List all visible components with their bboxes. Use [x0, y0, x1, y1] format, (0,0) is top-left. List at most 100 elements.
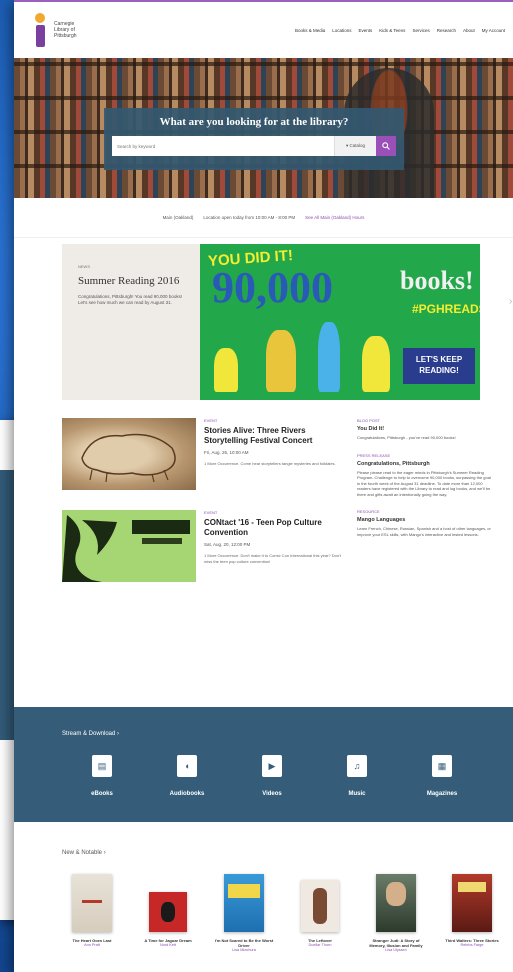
news-body: Learn French, Chinese, Russian, Spanish … — [357, 526, 491, 537]
stream-item-audiobooks[interactable]: ◖ Audiobooks — [147, 755, 227, 797]
book-item[interactable]: The Leftover Duellar Thorn — [290, 874, 350, 952]
stream-item-ebooks[interactable]: ▤ eBooks — [62, 755, 142, 797]
nav-events[interactable]: Events — [358, 28, 372, 33]
banner-hashtag: #PGHREADS — [412, 302, 480, 316]
event-title[interactable]: Stories Alive: Three Rivers Storytelling… — [204, 426, 342, 446]
search-panel: What are you looking for at the library?… — [104, 108, 404, 170]
site-header: Carnegie Library of Pittsburgh Books & Med… — [14, 0, 513, 58]
banner-books: books! — [400, 266, 474, 295]
event-thumbnail-teen-con[interactable] — [62, 510, 196, 582]
event-item[interactable]: EVENT Stories Alive: Three Rivers Storyt… — [62, 418, 342, 490]
book-cover[interactable] — [301, 880, 339, 932]
teen-con-art-icon — [62, 510, 196, 582]
logo-text: Carnegie Library of Pittsburgh — [54, 21, 77, 39]
new-notable-section: New & Notable › The Heart Goes Last Ann … — [62, 850, 502, 952]
book-item[interactable]: Third Walters: Three Stories Reinha Farg… — [442, 874, 502, 952]
carousel-next-arrow[interactable]: › — [509, 296, 512, 307]
book-cover[interactable] — [224, 874, 264, 932]
feature-text-panel: NEWS Summer Reading 2016 Congratulations… — [62, 244, 200, 400]
stream-item-magazines[interactable]: ▦ Magazines — [402, 755, 482, 797]
book-title: I'm Not Scared to Be the Worst Driver — [214, 938, 274, 948]
event-date: Fri, Aug. 26, 10:00 AM — [204, 450, 249, 455]
location-hours-bar: Main (Oakland) Location open today from … — [14, 198, 513, 238]
news-body: Please please read to the eager minds in… — [357, 469, 491, 497]
nav-kids-teens[interactable]: Kids & Teens — [379, 28, 405, 33]
nav-research[interactable]: Research — [437, 28, 456, 33]
library-logo[interactable]: Carnegie Library of Pittsburgh — [34, 11, 94, 49]
event-thumbnail-bison[interactable] — [62, 418, 196, 490]
hero-banner: What are you looking for at the library?… — [14, 58, 513, 198]
book-author: Reinha Farge — [460, 943, 484, 947]
event-item[interactable]: EVENT CONtact '16 - Teen Pop Culture Con… — [62, 510, 342, 582]
book-cover[interactable] — [376, 874, 416, 932]
event-kicker: EVENT — [204, 510, 218, 515]
library-homepage: Carnegie Library of Pittsburgh Books & Med… — [14, 0, 513, 972]
music-icon: ♫ — [347, 755, 367, 777]
search-scope-select[interactable]: ▾ Catalog — [334, 136, 376, 156]
news-title[interactable]: Mango Languages — [357, 517, 493, 523]
book-item[interactable]: Stranger Judi: A Story of Memory, Illusi… — [366, 874, 426, 952]
stream-item-music[interactable]: ♫ Music — [317, 755, 397, 797]
book-cover[interactable] — [72, 874, 112, 932]
search-title: What are you looking for at the library? — [159, 116, 349, 128]
search-button[interactable] — [376, 136, 396, 156]
book-item[interactable]: A Time for Jaguar Dream Nord Kett — [138, 874, 198, 952]
book-author: Lisa Mizuhura — [232, 948, 256, 952]
location-name[interactable]: Main (Oakland) — [163, 215, 194, 220]
news-item[interactable]: BLOG POST You Did It! Congratulations, P… — [357, 418, 493, 441]
event-info: EVENT Stories Alive: Three Rivers Storyt… — [204, 418, 342, 490]
nav-my-account[interactable]: My Account — [482, 28, 505, 33]
nav-services[interactable]: Services — [412, 28, 429, 33]
nav-locations[interactable]: Locations — [332, 28, 351, 33]
news-body: Congratulations, Pittsburgh - you've rea… — [357, 435, 456, 440]
notable-title[interactable]: New & Notable › — [62, 850, 502, 856]
stream-label: eBooks — [91, 791, 113, 797]
banner-number: 90,000 — [212, 263, 333, 312]
stream-label: Magazines — [426, 791, 458, 797]
event-description: 1 More Occurrence. Don't make it to Comi… — [204, 553, 341, 564]
event-description: 1 More Occurrence. Come hear storyteller… — [204, 461, 336, 466]
stream-label: Videos — [262, 791, 282, 797]
figure-silhouette — [362, 336, 390, 392]
books-row: The Heart Goes Last Ann Pratt A Time for… — [62, 874, 502, 952]
book-cover[interactable] — [149, 892, 187, 932]
stream-item-videos[interactable]: ▶ Videos — [232, 755, 312, 797]
book-item[interactable]: The Heart Goes Last Ann Pratt — [62, 874, 122, 952]
news-item[interactable]: PRESS RELEASE Congratulations, Pittsburg… — [357, 453, 493, 498]
video-icon: ▶ — [262, 755, 282, 777]
book-cover[interactable] — [452, 874, 492, 932]
feature-title[interactable]: Summer Reading 2016 — [78, 275, 184, 288]
featured-carousel: NEWS Summer Reading 2016 Congratulations… — [62, 244, 480, 400]
nav-books-media[interactable]: Books & Media — [295, 28, 325, 33]
news-kicker: PRESS RELEASE — [357, 452, 391, 458]
summer-reading-banner[interactable]: YOU DID IT! 90,000 books! #PGHREADS LET'… — [200, 244, 480, 400]
stream-title[interactable]: Stream & Download › — [62, 731, 119, 737]
magazine-icon: ▦ — [432, 755, 452, 777]
news-title[interactable]: Congratulations, Pittsburgh — [357, 461, 493, 467]
event-title[interactable]: CONtact '16 - Teen Pop Culture Conventio… — [204, 518, 342, 538]
news-list: BLOG POST You Did It! Congratulations, P… — [357, 418, 493, 549]
book-item[interactable]: I'm Not Scared to Be the Worst Driver Li… — [214, 874, 274, 952]
hours-text: Location open today from 10:00 AM - 8:00… — [203, 215, 296, 220]
stream-label: Audiobooks — [169, 791, 205, 797]
feature-kicker: NEWS — [78, 264, 90, 269]
main-nav: Books & Media Locations Events Kids & Te… — [295, 28, 505, 33]
search-input[interactable] — [112, 136, 334, 156]
nav-about[interactable]: About — [463, 28, 475, 33]
book-author: Lisa Ulyssen — [385, 948, 407, 952]
figure-silhouette — [214, 348, 238, 392]
event-kicker: EVENT — [204, 418, 218, 423]
stream-download-section: Stream & Download › ▤ eBooks ◖ Audiobook… — [14, 707, 513, 822]
search-icon — [382, 142, 390, 150]
news-item[interactable]: RESOURCE Mango Languages Learn French, C… — [357, 509, 493, 537]
book-author: Nord Kett — [159, 943, 177, 947]
all-hours-link[interactable]: See All Main (Oakland) Hours — [305, 215, 364, 220]
stream-items: ▤ eBooks ◖ Audiobooks ▶ Videos ♫ Music ▦… — [62, 755, 482, 797]
feature-body: Congratulations, Pittsburgh! You read 90… — [78, 294, 183, 305]
event-date: Sat, Aug. 20, 12:00 PM — [204, 542, 251, 547]
search-row: ▾ Catalog — [112, 136, 396, 156]
figure-silhouette — [266, 330, 296, 392]
news-title[interactable]: You Did It! — [357, 426, 493, 432]
logo-i-icon — [34, 11, 48, 49]
stream-label: Music — [348, 791, 366, 797]
